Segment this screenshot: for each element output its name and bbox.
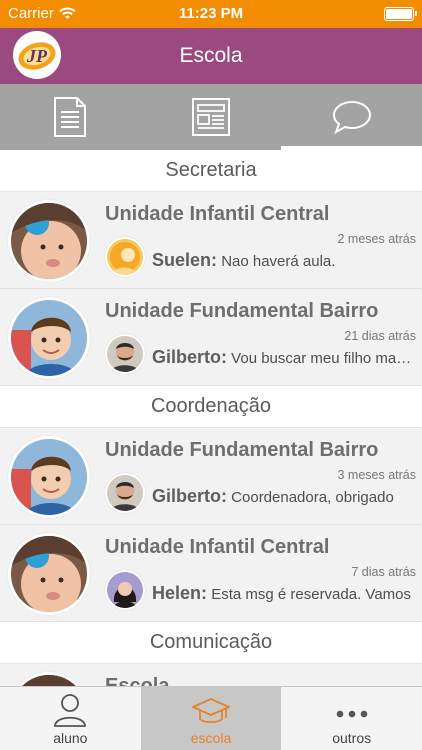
chat-bubble-icon bbox=[332, 100, 371, 135]
conversation-row[interactable]: Unidade Infantil Central 7 dias atrás He… bbox=[0, 525, 422, 622]
tab-messages[interactable] bbox=[281, 84, 422, 150]
tab-label: aluno bbox=[53, 730, 88, 746]
message-text: Vou buscar meu filho mais cedo bbox=[231, 350, 414, 367]
gilberto-avatar bbox=[105, 334, 145, 374]
conversation-title: Unidade Infantil Central bbox=[105, 203, 330, 225]
tab-escola[interactable]: escola bbox=[140, 687, 282, 750]
message-preview: Helen: Esta msg é reservada. Vamos bbox=[152, 583, 414, 604]
document-icon bbox=[54, 97, 87, 137]
section-header: Secretaria bbox=[0, 150, 422, 192]
conversation-list[interactable]: Secretaria Unidade Infantil Central 2 me… bbox=[0, 150, 422, 686]
battery-fill bbox=[386, 9, 412, 19]
gilberto-avatar bbox=[105, 473, 145, 513]
app-header: JP Escola bbox=[0, 28, 422, 84]
sender-name: Helen: bbox=[152, 583, 208, 603]
sender-name: Gilberto: bbox=[152, 347, 227, 367]
conversation-title: Escola bbox=[105, 675, 170, 686]
conversation-row[interactable]: Unidade Infantil Central 2 meses atrás S… bbox=[0, 192, 422, 289]
conversation-title: Unidade Fundamental Bairro bbox=[105, 300, 379, 322]
message-text: Nao haverá aula. bbox=[221, 253, 336, 270]
page-title: Escola bbox=[179, 44, 243, 67]
tab-documents[interactable] bbox=[0, 84, 141, 150]
section-header: Coordenação bbox=[0, 386, 422, 428]
top-tab-bar bbox=[0, 84, 422, 150]
status-bar: Carrier 11:23 PM bbox=[0, 0, 422, 28]
section-header: Comunicação bbox=[0, 622, 422, 664]
bottom-tab-bar: aluno escola outros bbox=[0, 686, 422, 750]
tab-outros[interactable]: outros bbox=[281, 687, 422, 750]
battery-icon bbox=[384, 7, 417, 21]
baby-girl-avatar bbox=[8, 533, 90, 615]
conversation-row[interactable]: Unidade Fundamental Bairro 21 dias atrás… bbox=[0, 289, 422, 386]
sender-name: Gilberto: bbox=[152, 486, 227, 506]
tab-news[interactable] bbox=[141, 84, 282, 150]
boy-avatar bbox=[8, 436, 90, 518]
status-time: 11:23 PM bbox=[178, 5, 244, 22]
conversation-title: Unidade Fundamental Bairro bbox=[105, 439, 379, 461]
message-preview: Gilberto: Coordenadora, obrigado bbox=[152, 486, 414, 507]
tab-aluno[interactable]: aluno bbox=[0, 687, 141, 750]
tab-label: escola bbox=[190, 730, 232, 746]
conversation-time: 2 meses atrás bbox=[337, 232, 416, 246]
message-text: Coordenadora, obrigado bbox=[231, 489, 394, 506]
message-preview: Suelen: Nao haverá aula. bbox=[152, 250, 414, 271]
person-icon bbox=[54, 694, 87, 727]
message-preview: Gilberto: Vou buscar meu filho mais cedo bbox=[152, 347, 414, 368]
more-dots-icon bbox=[336, 710, 367, 718]
helen-avatar bbox=[105, 570, 145, 610]
conversation-time: 21 dias atrás bbox=[344, 329, 416, 343]
suelen-avatar bbox=[105, 237, 145, 277]
conversation-title: Unidade Infantil Central bbox=[105, 536, 330, 558]
boy-avatar bbox=[8, 297, 90, 379]
newspaper-icon bbox=[192, 98, 230, 136]
tab-label: outros bbox=[332, 730, 372, 746]
conversation-row[interactable]: Escola bbox=[0, 664, 422, 686]
message-text: Esta msg é reservada. Vamos bbox=[211, 586, 411, 603]
conversation-time: 7 dias atrás bbox=[351, 565, 416, 579]
baby-girl-avatar bbox=[8, 200, 90, 282]
baby-girl-avatar bbox=[8, 672, 90, 686]
graduation-cap-icon bbox=[192, 698, 230, 723]
conversation-row[interactable]: Unidade Fundamental Bairro 3 meses atrás… bbox=[0, 428, 422, 525]
conversation-time: 3 meses atrás bbox=[337, 468, 416, 482]
sender-name: Suelen: bbox=[152, 250, 218, 270]
